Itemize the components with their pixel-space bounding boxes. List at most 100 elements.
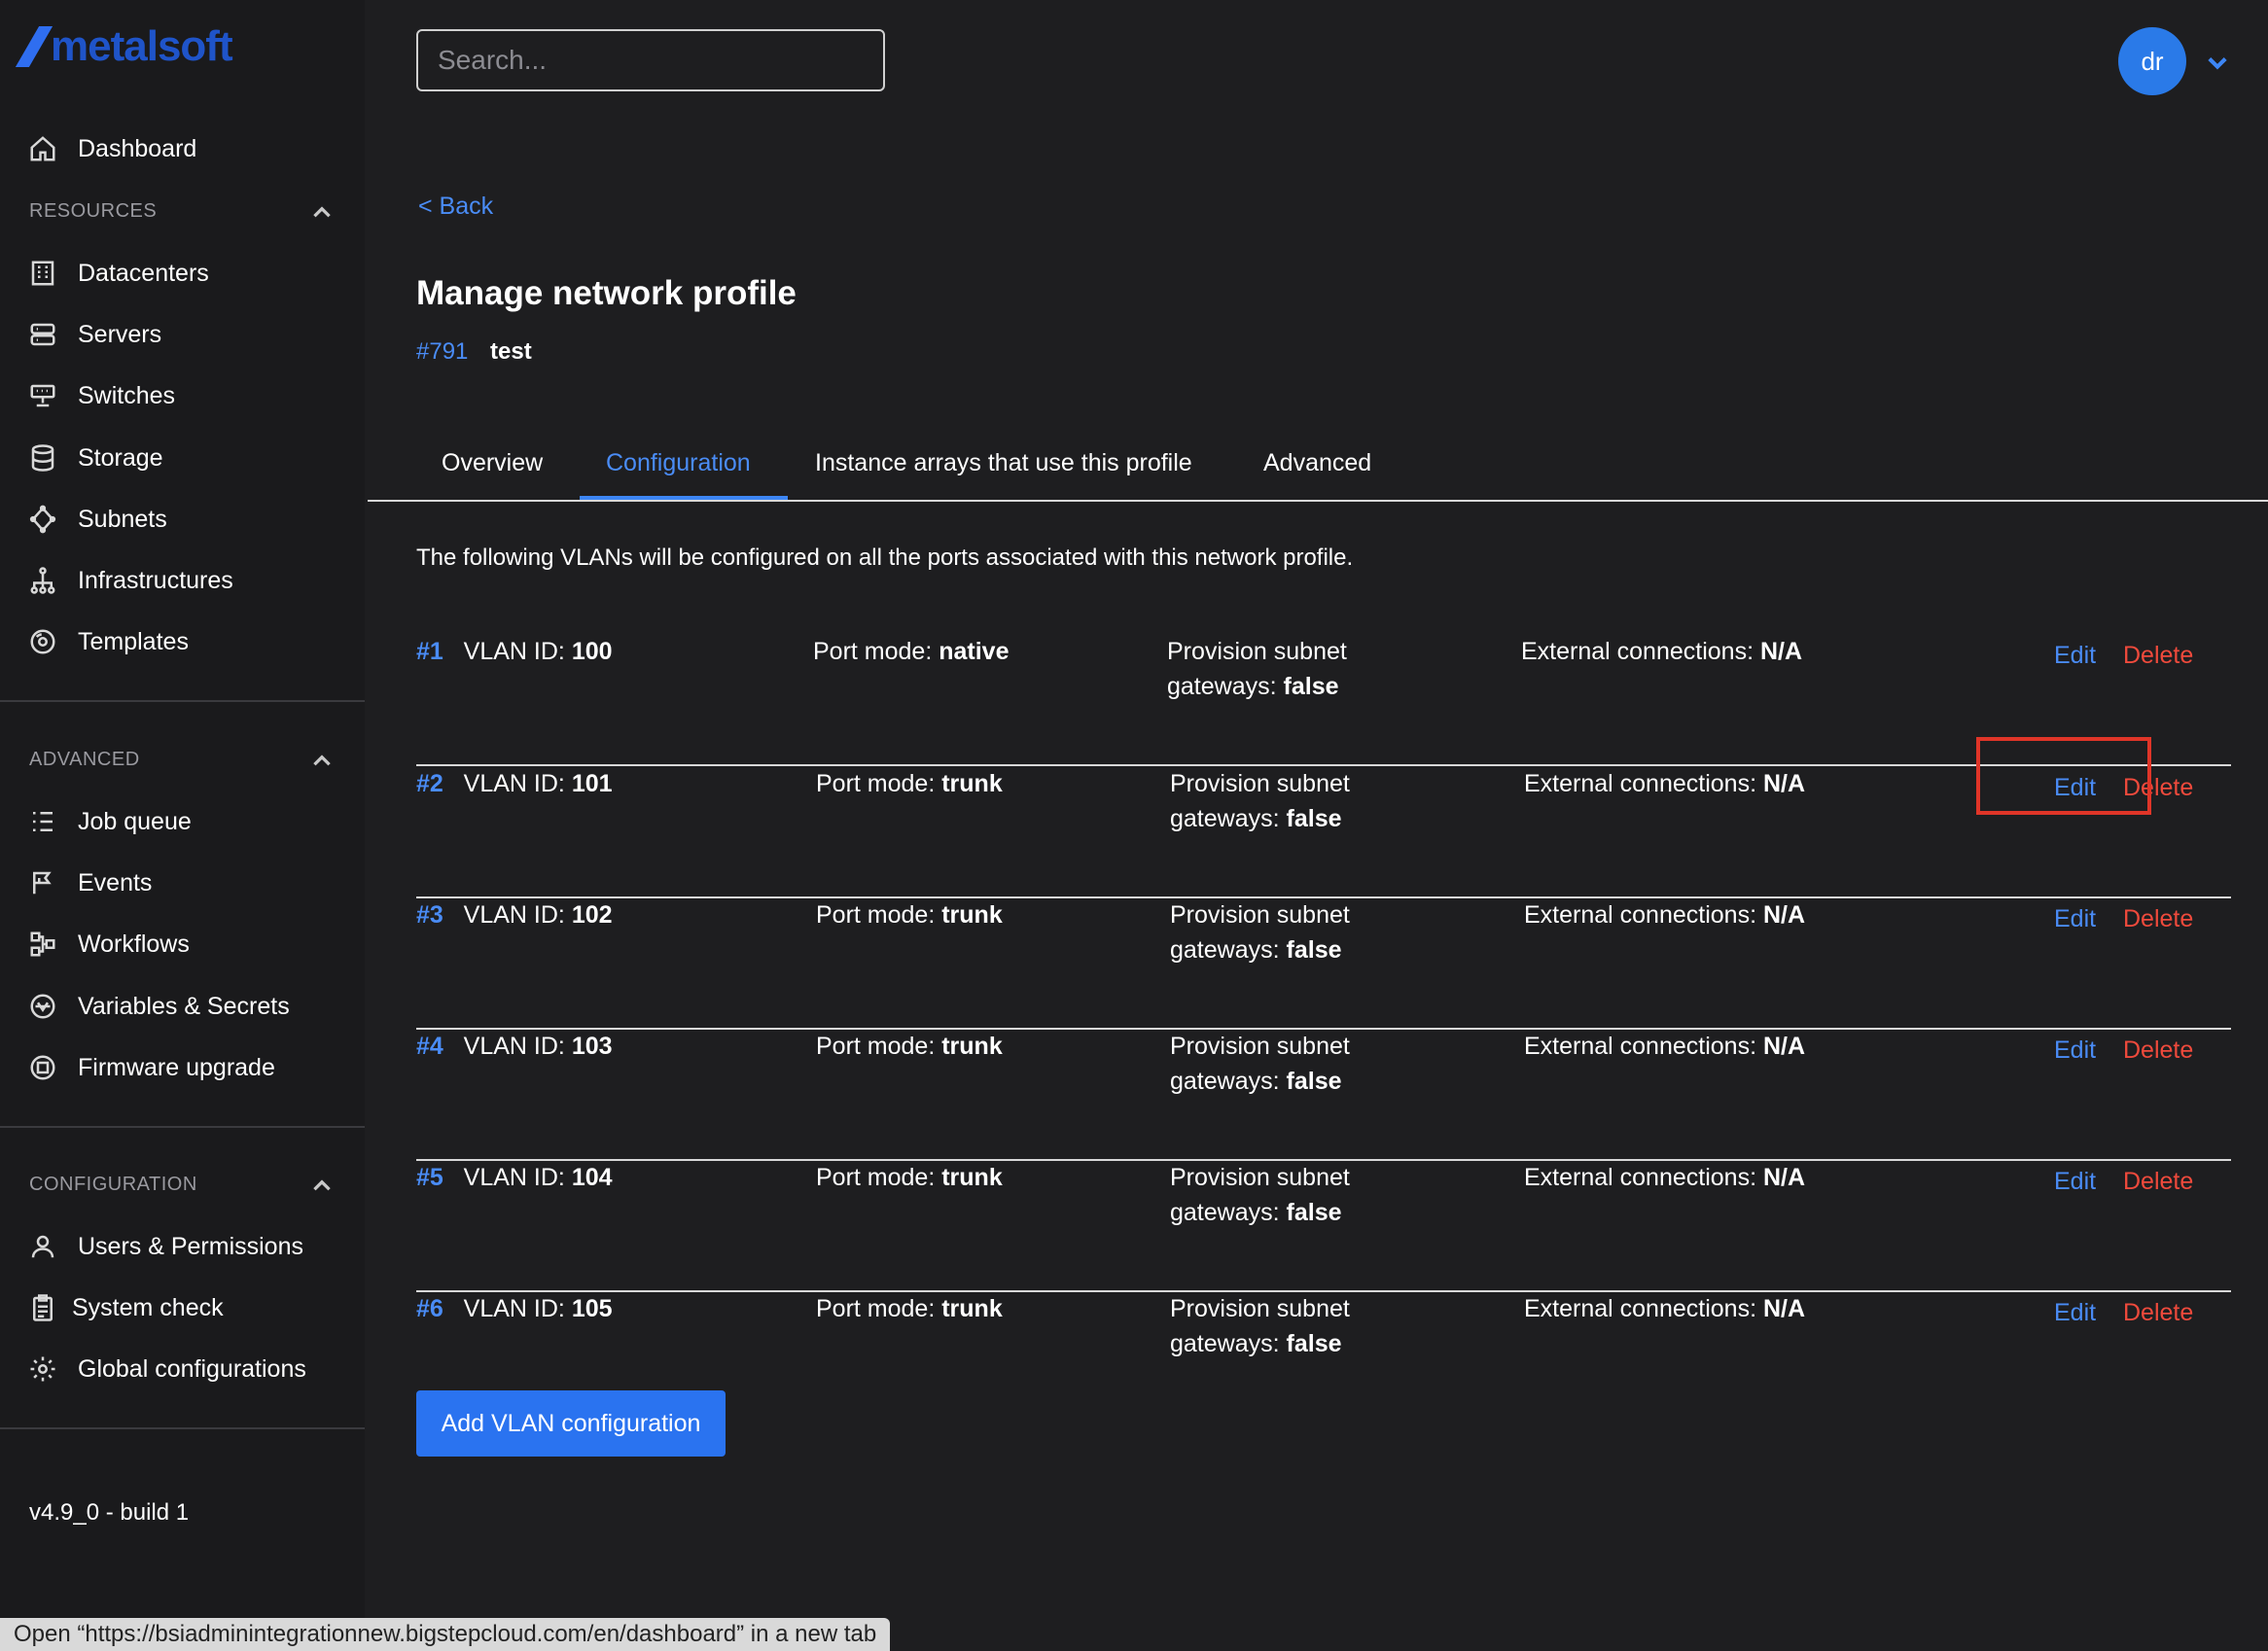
vlan-id-value: 100 bbox=[571, 638, 613, 665]
sidebar-item-events[interactable]: Events bbox=[27, 863, 152, 902]
provision-label: Provision subnet bbox=[1170, 770, 1350, 797]
sidebar-item-label: Servers bbox=[78, 320, 162, 348]
port-mode-value: trunk bbox=[941, 901, 1003, 929]
logo-mark bbox=[15, 26, 53, 67]
active-tab-indicator bbox=[580, 496, 788, 500]
vlan-index: #4 bbox=[416, 1033, 443, 1060]
delete-button[interactable]: Delete bbox=[2123, 1164, 2193, 1199]
vlan-id-value: 104 bbox=[571, 1164, 613, 1191]
port-mode-label: Port mode: bbox=[816, 1033, 936, 1060]
edit-button[interactable]: Edit bbox=[2054, 638, 2096, 673]
vlan-row: #1 VLAN ID: 100 Port mode: native Provis… bbox=[416, 634, 2231, 766]
sidebar-item-users-permissions[interactable]: Users & Permissions bbox=[27, 1227, 303, 1266]
sidebar-item-variables-secrets[interactable]: Variables & Secrets bbox=[27, 987, 290, 1026]
avatar[interactable]: dr bbox=[2118, 27, 2186, 95]
sidebar-item-label: Switches bbox=[78, 381, 176, 409]
edit-button[interactable]: Edit bbox=[2054, 1295, 2096, 1330]
port-mode-cell: Port mode: trunk bbox=[816, 766, 1003, 801]
provision-cell: Provision subnet gateways: false bbox=[1170, 766, 1350, 836]
sidebar-divider bbox=[0, 700, 365, 702]
search-input[interactable] bbox=[416, 29, 885, 91]
tab-configuration[interactable]: Configuration bbox=[606, 449, 751, 477]
tab-overview[interactable]: Overview bbox=[442, 449, 543, 477]
provision-cell: Provision subnet gateways: false bbox=[1167, 634, 1347, 704]
tab-instance-arrays[interactable]: Instance arrays that use this profile bbox=[815, 449, 1192, 477]
sidebar: metalsoft Dashboard RESOURCES Datacenter… bbox=[0, 0, 365, 1651]
sidebar-item-infrastructures[interactable]: Infrastructures bbox=[27, 561, 233, 600]
port-mode-label: Port mode: bbox=[816, 901, 936, 929]
sidebar-item-workflows[interactable]: Workflows bbox=[27, 925, 190, 964]
edit-button[interactable]: Edit bbox=[2054, 1164, 2096, 1199]
chevron-up-icon[interactable] bbox=[309, 200, 335, 226]
server-icon bbox=[27, 319, 58, 350]
tab-advanced[interactable]: Advanced bbox=[1263, 449, 1371, 477]
vlan-id-label: VLAN ID: bbox=[463, 1295, 565, 1322]
vlan-id-label: VLAN ID: bbox=[463, 638, 565, 665]
external-cell: External connections: N/A bbox=[1524, 1029, 1805, 1064]
gateways-value: false bbox=[1286, 1068, 1342, 1095]
delete-button[interactable]: Delete bbox=[2123, 901, 2193, 936]
sidebar-item-label: Datacenters bbox=[78, 259, 209, 287]
edit-button[interactable]: Edit bbox=[2054, 1033, 2096, 1068]
chevron-down-icon[interactable] bbox=[2204, 49, 2233, 78]
profile-name: test bbox=[490, 338, 532, 365]
gateways-value: false bbox=[1286, 1330, 1342, 1357]
sidebar-item-datacenters[interactable]: Datacenters bbox=[27, 254, 209, 293]
port-mode-value: native bbox=[939, 638, 1010, 665]
vlan-row: #2 VLAN ID: 101 Port mode: trunk Provisi… bbox=[416, 766, 2231, 898]
sidebar-item-storage[interactable]: Storage bbox=[27, 439, 163, 477]
gateways-value: false bbox=[1286, 805, 1342, 832]
profile-id-link[interactable]: #791 bbox=[416, 338, 468, 366]
logo[interactable]: metalsoft bbox=[15, 22, 233, 70]
delete-button[interactable]: Delete bbox=[2123, 1033, 2193, 1068]
gateways-label: gateways: bbox=[1167, 673, 1277, 700]
vlan-index: #2 bbox=[416, 770, 443, 797]
vlan-index: #3 bbox=[416, 901, 443, 929]
chevron-up-icon[interactable] bbox=[309, 1174, 335, 1199]
back-link[interactable]: < Back bbox=[418, 193, 493, 221]
vlan-id-label: VLAN ID: bbox=[463, 1033, 565, 1060]
provision-label: Provision subnet bbox=[1170, 1295, 1350, 1322]
vlan-id-label: VLAN ID: bbox=[463, 901, 565, 929]
sidebar-item-dashboard[interactable]: Dashboard bbox=[27, 129, 196, 168]
sidebar-item-label: Variables & Secrets bbox=[78, 992, 290, 1020]
sidebar-item-switches[interactable]: Switches bbox=[27, 376, 175, 415]
building-icon bbox=[27, 258, 58, 289]
vlan-id-value: 102 bbox=[571, 901, 613, 929]
sidebar-item-subnets[interactable]: Subnets bbox=[27, 500, 167, 539]
port-mode-label: Port mode: bbox=[816, 770, 936, 797]
provision-label: Provision subnet bbox=[1170, 1164, 1350, 1191]
clipboard-icon bbox=[27, 1292, 58, 1323]
delete-button[interactable]: Delete bbox=[2123, 1295, 2193, 1330]
vlan-id-label: VLAN ID: bbox=[463, 1164, 565, 1191]
edit-button[interactable]: Edit bbox=[2054, 901, 2096, 936]
gateways-label: gateways: bbox=[1170, 1330, 1280, 1357]
vlan-row-content: #4 VLAN ID: 103 bbox=[416, 1029, 613, 1064]
delete-button[interactable]: Delete bbox=[2123, 638, 2193, 673]
provision-label: Provision subnet bbox=[1170, 901, 1350, 929]
sidebar-item-job-queue[interactable]: Job queue bbox=[27, 802, 192, 841]
external-cell: External connections: N/A bbox=[1524, 766, 1805, 801]
sidebar-item-global-configurations[interactable]: Global configurations bbox=[27, 1350, 306, 1388]
sidebar-item-system-check[interactable]: System check bbox=[27, 1288, 224, 1327]
version-label: v4.9_0 - build 1 bbox=[29, 1499, 190, 1526]
workflow-icon bbox=[27, 929, 58, 960]
port-mode-label: Port mode: bbox=[816, 1295, 936, 1322]
chevron-up-icon[interactable] bbox=[309, 749, 335, 774]
port-mode-value: trunk bbox=[941, 770, 1003, 797]
logo-text: metalsoft bbox=[51, 22, 233, 70]
sidebar-item-firmware-upgrade[interactable]: Firmware upgrade bbox=[27, 1048, 275, 1087]
sidebar-item-label: Subnets bbox=[78, 505, 167, 533]
external-label: External connections: bbox=[1521, 638, 1754, 665]
vlan-row: #4 VLAN ID: 103 Port mode: trunk Provisi… bbox=[416, 1029, 2231, 1161]
port-mode-label: Port mode: bbox=[816, 1164, 936, 1191]
sidebar-item-label: System check bbox=[72, 1293, 224, 1321]
add-vlan-button[interactable]: Add VLAN configuration bbox=[416, 1390, 726, 1457]
gateways-label: gateways: bbox=[1170, 1199, 1280, 1226]
sidebar-item-label: Infrastructures bbox=[78, 566, 233, 594]
sidebar-item-templates[interactable]: Templates bbox=[27, 622, 189, 661]
sidebar-item-servers[interactable]: Servers bbox=[27, 315, 161, 354]
sidebar-divider bbox=[0, 1427, 365, 1429]
vlan-id-value: 103 bbox=[571, 1033, 613, 1060]
sidebar-divider bbox=[0, 1126, 365, 1128]
